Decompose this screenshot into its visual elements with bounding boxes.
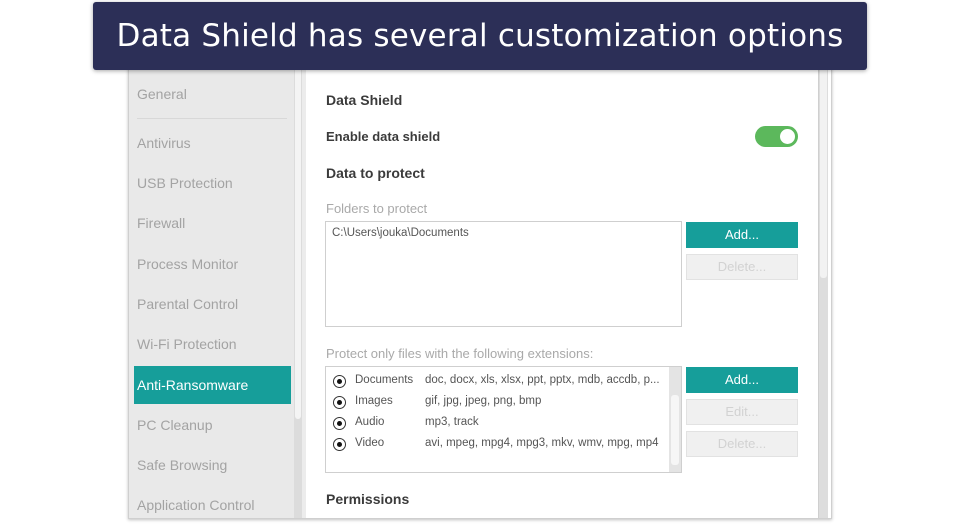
extension-category: Documents [355, 374, 414, 386]
sidebar-item-pc-cleanup[interactable]: PC Cleanup [134, 406, 291, 444]
main-scrollbar[interactable] [818, 63, 828, 518]
sidebar-scrollbar-thumb[interactable] [295, 63, 301, 419]
extension-row-documents[interactable]: Documents doc, docx, xls, xlsx, ppt, ppt… [333, 372, 663, 392]
extension-category: Images [355, 395, 393, 407]
radio-selected-icon[interactable] [333, 438, 346, 451]
add-extension-button[interactable]: Add... [686, 367, 798, 393]
extensions-scrollbar-thumb[interactable] [671, 395, 679, 465]
sidebar-item-usb-protection[interactable]: USB Protection [134, 164, 291, 202]
delete-extension-button[interactable]: Delete... [686, 431, 798, 457]
extensions-label: Protect only files with the following ex… [326, 346, 594, 361]
extension-row-audio[interactable]: Audio mp3, track [333, 414, 663, 434]
sidebar-item-process-monitor[interactable]: Process Monitor [134, 245, 291, 283]
extensions-scrollbar[interactable] [669, 367, 681, 472]
extension-list: gif, jpg, jpeg, png, bmp [425, 395, 542, 407]
extension-row-images[interactable]: Images gif, jpg, jpeg, png, bmp [333, 393, 663, 413]
delete-folder-button[interactable]: Delete... [686, 254, 798, 280]
sidebar-item-anti-ransomware[interactable]: Anti-Ransomware [134, 366, 291, 404]
permissions-title: Permissions [326, 491, 410, 507]
sidebar-item-firewall[interactable]: Firewall [134, 204, 291, 242]
radio-selected-icon[interactable] [333, 396, 346, 409]
extension-category: Audio [355, 416, 385, 428]
enable-data-shield-toggle[interactable] [755, 126, 798, 147]
folder-item[interactable]: C:\Users\jouka\Documents [332, 227, 469, 239]
extension-list: doc, docx, xls, xlsx, ppt, pptx, mdb, ac… [425, 374, 660, 386]
folders-listbox[interactable]: C:\Users\jouka\Documents [325, 221, 682, 327]
radio-selected-icon[interactable] [333, 417, 346, 430]
folders-to-protect-label: Folders to protect [326, 201, 428, 216]
caption-text: Data Shield has several customization op… [116, 18, 844, 54]
sidebar-scrollbar[interactable] [294, 63, 302, 518]
sidebar-item-application-control[interactable]: Application Control [134, 486, 291, 518]
toggle-knob [780, 129, 795, 144]
sidebar-item-parental-control[interactable]: Parental Control [134, 285, 291, 323]
sidebar-item-general[interactable]: General [134, 75, 291, 113]
extensions-listbox[interactable]: Documents doc, docx, xls, xlsx, ppt, ppt… [325, 366, 682, 473]
extension-row-video[interactable]: Video avi, mpeg, mpg4, mpg3, mkv, wmv, m… [333, 435, 663, 455]
main-scrollbar-thumb[interactable] [820, 63, 827, 278]
radio-selected-icon[interactable] [333, 375, 346, 388]
caption-banner: Data Shield has several customization op… [93, 2, 867, 70]
extension-list: avi, mpeg, mpg4, mpg3, mkv, wmv, mpg, mp… [425, 437, 659, 449]
section-title: Data Shield [326, 92, 403, 108]
sidebar-item-safe-browsing[interactable]: Safe Browsing [134, 446, 291, 484]
sidebar-item-antivirus[interactable]: Antivirus [134, 124, 291, 162]
enable-data-shield-label: Enable data shield [326, 129, 441, 144]
extension-list: mp3, track [425, 416, 479, 428]
extension-category: Video [355, 437, 385, 449]
add-folder-button[interactable]: Add... [686, 222, 798, 248]
edit-extension-button[interactable]: Edit... [686, 399, 798, 425]
sidebar: General Antivirus USB Protection Firewal… [129, 63, 294, 518]
settings-window: General Antivirus USB Protection Firewal… [128, 62, 832, 519]
sidebar-item-wifi-protection[interactable]: Wi-Fi Protection [134, 325, 291, 363]
data-shield-panel: Data Shield Enable data shield Data to p… [306, 63, 818, 518]
data-to-protect-title: Data to protect [326, 165, 425, 181]
sidebar-divider [137, 118, 287, 119]
